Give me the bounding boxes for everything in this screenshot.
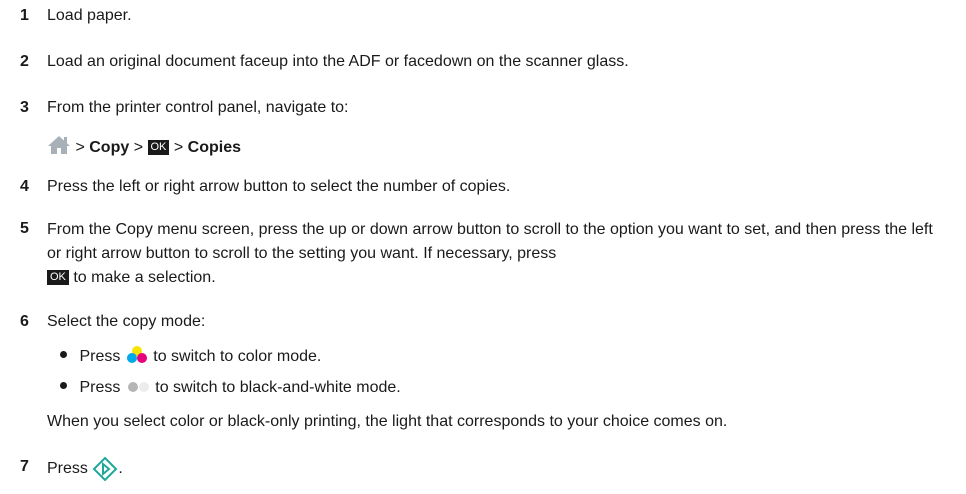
bullet-color-text: to switch to color mode. (153, 348, 322, 365)
copy-mode-note: When you select color or black-only prin… (47, 411, 946, 433)
ok-button-icon: OK (147, 140, 170, 155)
step-number: 7 (20, 458, 29, 475)
step-7-press-text: Press (47, 460, 88, 477)
black-white-mode-icon (125, 375, 151, 402)
step-number: 2 (20, 53, 29, 70)
step-number: 4 (20, 178, 29, 195)
step-text: Select the copy mode: (47, 313, 206, 330)
ok-button-icon: OK (47, 270, 69, 285)
note-text: When you select color or black-only prin… (47, 413, 728, 430)
bullet-dot (60, 382, 67, 389)
bullet-color-mode: Press to switch to color mode. (60, 344, 321, 371)
bullet-bw-text: to switch to black-and-white mode. (155, 379, 401, 396)
step-number: 5 (20, 220, 29, 237)
step-text: Press the left or right arrow button to … (47, 178, 511, 195)
nav-copies: Copies (187, 139, 241, 156)
step-7-after-text: . (118, 460, 123, 477)
nav-separator: > (133, 139, 144, 156)
step-text: Load paper. (47, 7, 132, 24)
step-number: 3 (20, 99, 29, 116)
step-text: Press . (47, 456, 123, 483)
step-5-main-text: From the Copy menu screen, press the up … (47, 221, 933, 262)
nav-copy: Copy (89, 139, 130, 156)
bullet-bw-mode: Press to switch to black-and-white mode. (60, 375, 401, 402)
step-5-after-text: to make a selection. (68, 269, 216, 286)
nav-separator: > (75, 139, 85, 156)
bullet-dot (60, 351, 67, 358)
step-text: From the Copy menu screen, press the up … (47, 218, 946, 290)
bullet-press-text: Press (79, 379, 121, 396)
home-icon (47, 135, 71, 162)
color-mode-icon (125, 344, 149, 371)
nav-path: > Copy > OK > Copies (47, 135, 946, 162)
step-number: 1 (20, 7, 29, 24)
step-number: 6 (20, 313, 29, 330)
bullet-press-text: Press (79, 348, 121, 365)
start-icon (92, 456, 118, 483)
nav-separator: > (173, 139, 184, 156)
step-text: Load an original document faceup into th… (47, 53, 629, 70)
step-text: From the printer control panel, navigate… (47, 99, 349, 116)
